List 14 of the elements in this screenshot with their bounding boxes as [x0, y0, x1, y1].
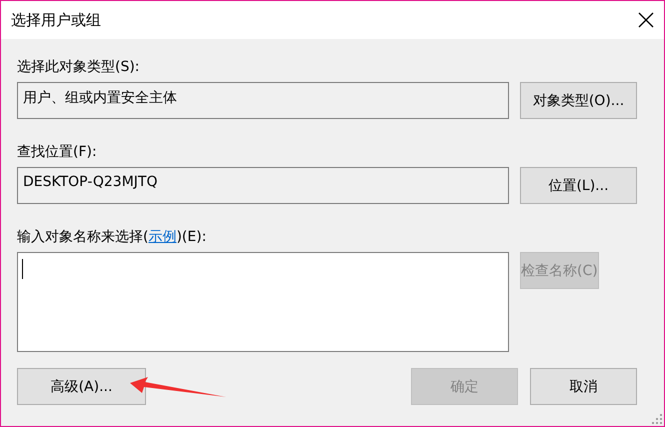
- window-title: 选择用户或组: [11, 10, 101, 30]
- examples-link[interactable]: 示例: [148, 229, 176, 245]
- field-label: 选择此对象类型(S):: [17, 58, 141, 76]
- object-types-button[interactable]: 对象类型(O)...: [520, 82, 637, 119]
- advanced-button[interactable]: 高级(A)...: [17, 368, 146, 405]
- cancel-button[interactable]: 取消: [530, 368, 637, 405]
- location-field: DESKTOP-Q23MJTQ: [17, 167, 509, 204]
- field-label: 查找位置(F):: [17, 143, 98, 161]
- object-type-field: 用户、组或内置安全主体: [17, 82, 509, 119]
- close-icon[interactable]: [636, 10, 656, 30]
- locations-button[interactable]: 位置(L)...: [520, 167, 637, 204]
- object-names-field[interactable]: [17, 252, 509, 352]
- resize-grip-icon[interactable]: [652, 414, 662, 424]
- field-label: 输入对象名称来选择(示例)(E):: [17, 228, 208, 246]
